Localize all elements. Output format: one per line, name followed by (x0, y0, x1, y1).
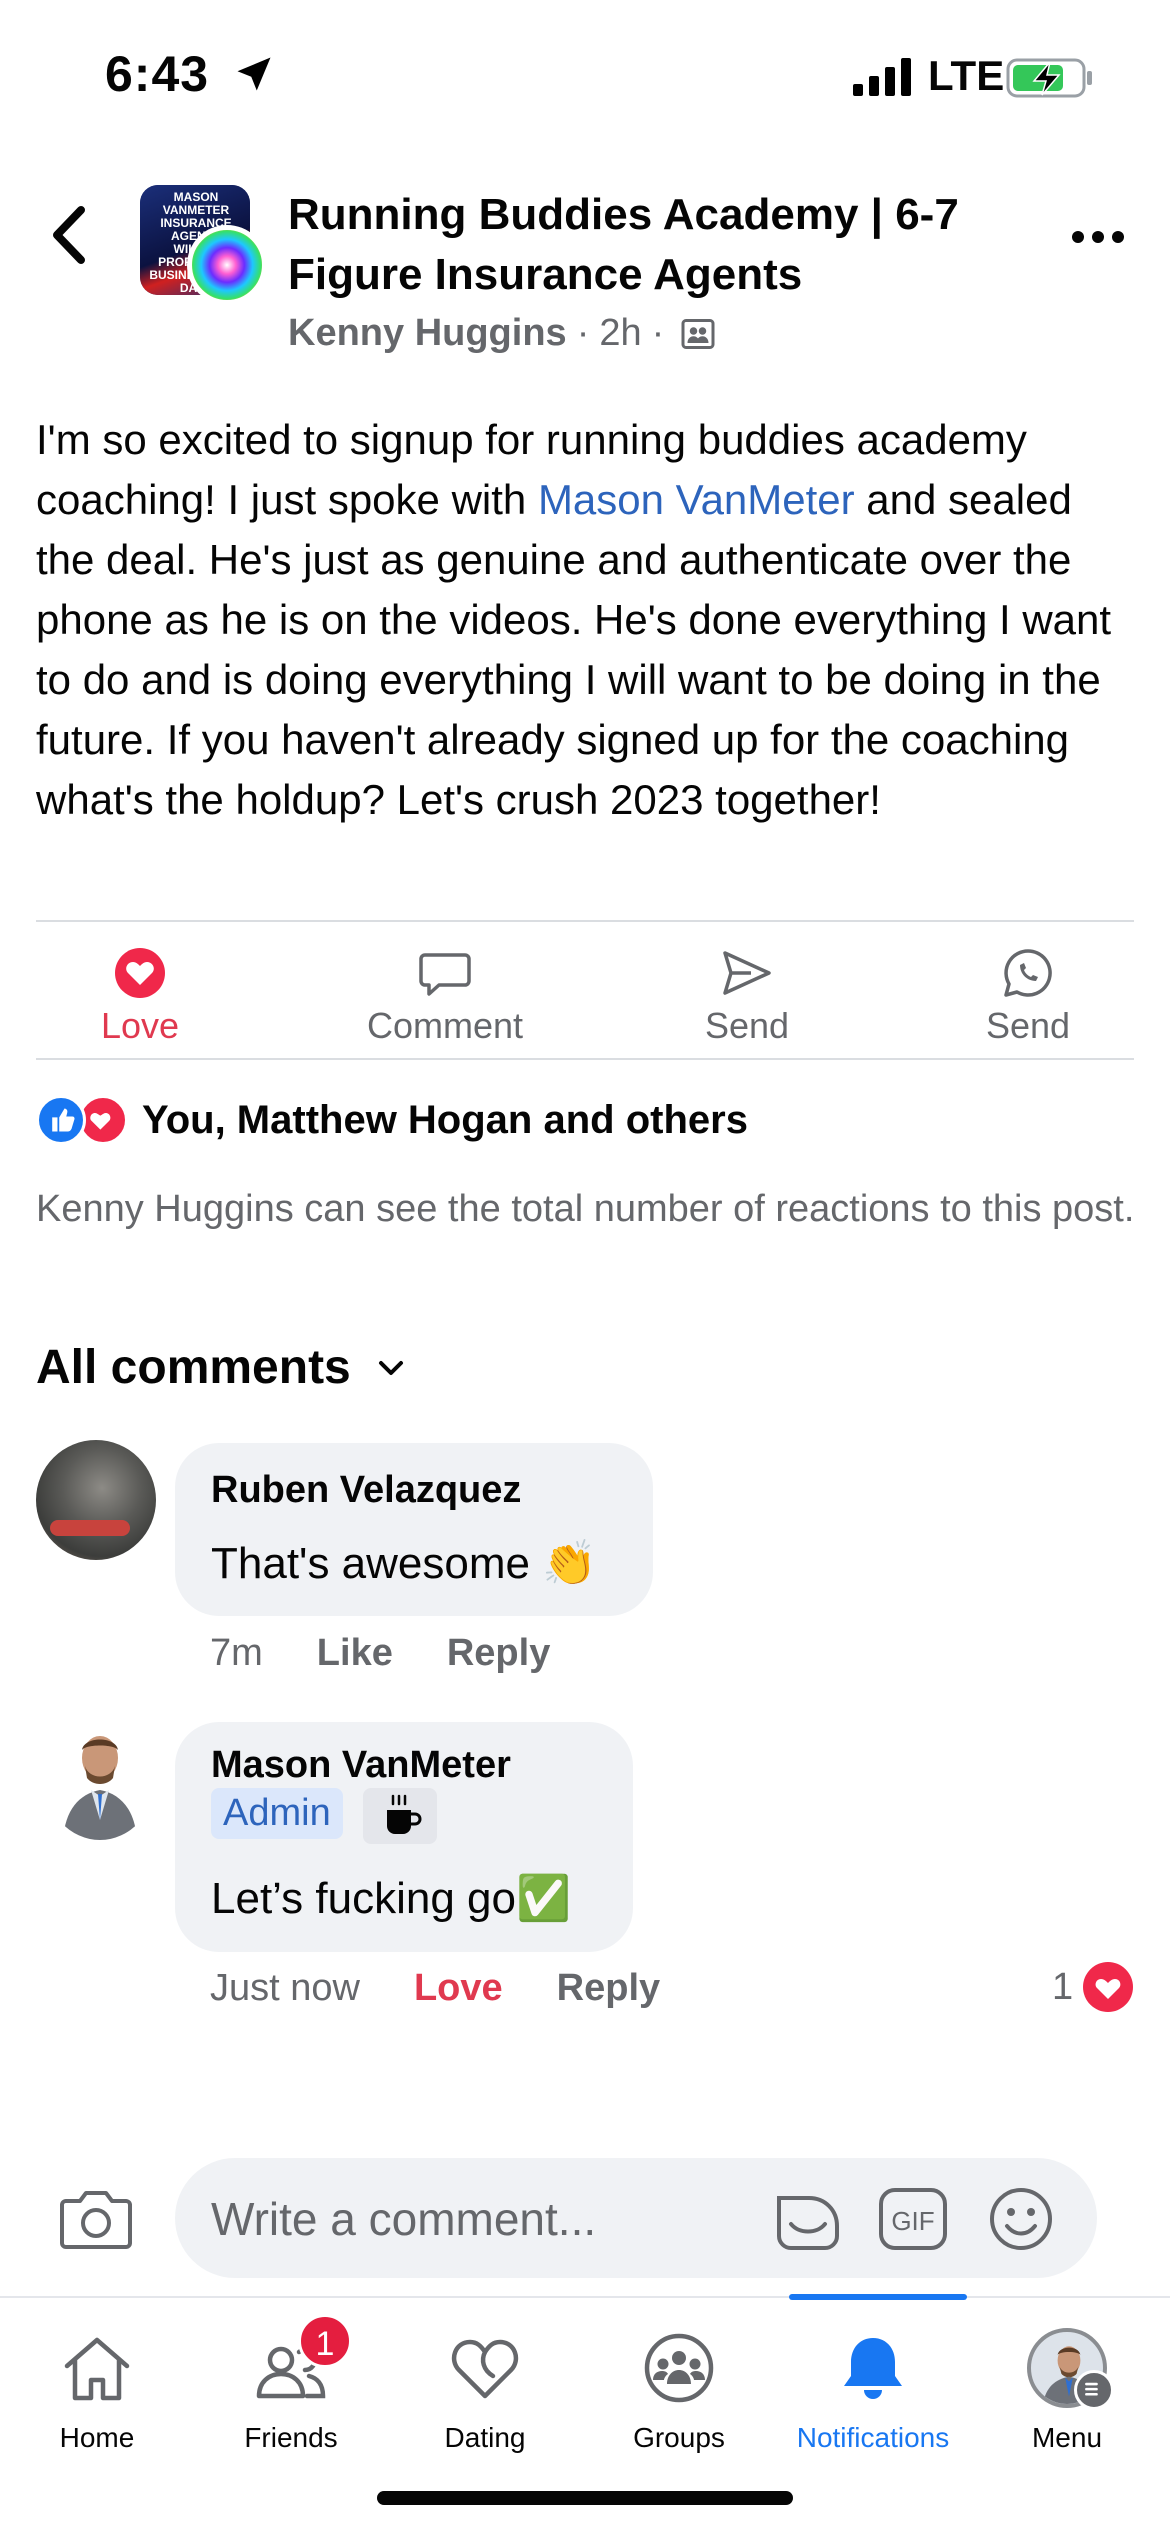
more-options-icon[interactable] (1070, 222, 1126, 252)
nav-friends-label: Friends (244, 2422, 338, 2453)
nav-notifications-label: Notifications (796, 2422, 950, 2453)
divider (36, 1058, 1134, 1060)
members-only-icon (681, 318, 715, 349)
admin-badge[interactable]: Admin (211, 1788, 343, 1839)
comment-text: That's awesome 👏 (211, 1539, 597, 1588)
group-name[interactable]: Running Buddies Academy | 6-7 Figure Ins… (288, 185, 1048, 305)
nav-menu-label: Menu (1031, 2422, 1103, 2453)
reactions-note: Kenny Huggins can see the total number o… (36, 1188, 1135, 1230)
post-author[interactable]: Kenny Huggins (288, 312, 567, 355)
love-button[interactable]: Love (95, 945, 185, 1047)
cellular-signal-icon (853, 58, 911, 96)
comment-text: Let’s fucking go✅ (211, 1874, 571, 1923)
nav-notifications[interactable]: Notifications (776, 2328, 970, 2454)
groups-icon (644, 2333, 714, 2403)
author-avatar[interactable] (187, 225, 267, 305)
menu-hamburger-icon (1074, 2370, 1114, 2410)
home-icon (64, 2337, 130, 2401)
back-arrow-icon[interactable] (45, 200, 95, 270)
camera-icon[interactable] (56, 2185, 136, 2255)
reactions-summary[interactable]: You, Matthew Hogan and others (36, 1095, 748, 1145)
network-type: LTE (928, 52, 1005, 99)
comment-bubble: Ruben Velazquez That's awesome 👏 (175, 1443, 653, 1616)
nav-home[interactable]: Home (0, 2328, 194, 2454)
reaction-count: 1 (1052, 1965, 1074, 2008)
nav-groups-label: Groups (633, 2422, 725, 2453)
emoji-icon[interactable] (985, 2184, 1057, 2254)
avatar-sticker-icon[interactable] (771, 2184, 843, 2254)
like-comment-button[interactable]: Like (317, 1632, 393, 1675)
battery-charging-icon (1006, 58, 1092, 98)
comment-input-placeholder: Write a comment... (211, 2193, 597, 2245)
active-tab-indicator (789, 2294, 967, 2300)
love-reaction-icon (115, 948, 165, 998)
post-meta: Kenny Huggins · 2h · (288, 312, 716, 355)
chevron-down-icon (378, 1360, 403, 1375)
comments-filter-dropdown[interactable]: All comments (36, 1340, 409, 1395)
svg-text:GIF: GIF (891, 2206, 934, 2236)
comment-bubble-icon (419, 953, 471, 996)
post-body: I'm so excited to signup for running bud… (36, 410, 1136, 830)
reply-button[interactable]: Reply (447, 1632, 550, 1675)
comment-label: Comment (366, 1005, 524, 1046)
comment-reaction-count[interactable]: 1 (1052, 1962, 1134, 2012)
commenter-avatar[interactable] (36, 1440, 156, 1560)
mention-link[interactable]: Mason VanMeter (538, 476, 855, 523)
location-arrow-icon (237, 57, 271, 91)
comment-button[interactable]: Comment (355, 945, 535, 1047)
reactions-text: You, Matthew Hogan and others (142, 1097, 748, 1142)
send-label: Send (704, 1005, 790, 1046)
love-comment-button[interactable]: Love (414, 1967, 503, 2010)
post-text: and sealed the deal. He's just as genuin… (36, 476, 1112, 823)
divider (36, 920, 1134, 922)
love-label: Love (100, 1005, 180, 1046)
commenter-avatar[interactable] (45, 1720, 155, 1840)
like-reaction-icon (36, 1095, 86, 1145)
comments-filter-label: All comments (36, 1341, 351, 1394)
comment-actions: Just now Love Reply (210, 1967, 714, 2010)
comment-actions: 7m Like Reply (210, 1632, 604, 1675)
commenter-name[interactable]: Mason VanMeter (211, 1744, 511, 1787)
love-reaction-icon (1083, 1962, 1134, 2012)
comment-input[interactable]: Write a comment... GIF (175, 2158, 1097, 2278)
nav-dating[interactable]: Dating (388, 2328, 582, 2454)
send-whatsapp-label: Send (985, 1005, 1071, 1046)
nav-friends[interactable]: Friends (194, 2328, 388, 2454)
nav-menu[interactable]: Menu (970, 2328, 1164, 2454)
commenter-name[interactable]: Ruben Velazquez (211, 1469, 521, 1512)
nav-home-label: Home (59, 2422, 135, 2453)
comment-time: Just now (210, 1967, 360, 2009)
meta-separator: · (651, 312, 665, 354)
nav-groups[interactable]: Groups (582, 2328, 776, 2454)
comment-bubble: Mason VanMeter Admin Let’s fucking go✅ (175, 1722, 633, 1952)
meta-separator: · (576, 312, 590, 354)
send-arrow-icon (723, 951, 771, 995)
nav-dating-label: Dating (444, 2422, 526, 2453)
whatsapp-icon (1004, 949, 1052, 997)
status-time: 6:43 (105, 46, 210, 102)
friends-notification-badge: 1 (298, 2314, 352, 2368)
coffee-badge[interactable] (363, 1788, 437, 1844)
notification-bell-icon (844, 2338, 902, 2399)
gif-icon[interactable]: GIF (877, 2184, 949, 2254)
reply-button[interactable]: Reply (557, 1967, 660, 2010)
status-bar: 6:43 LTE (0, 0, 1170, 150)
comment-time: 7m (210, 1632, 263, 1674)
send-button[interactable]: Send (697, 945, 797, 1047)
dating-heart-icon (451, 2339, 519, 2399)
home-indicator[interactable] (377, 2491, 793, 2505)
post-time[interactable]: 2h (599, 312, 641, 355)
send-whatsapp-button[interactable]: Send (978, 945, 1078, 1047)
coffee-cup-icon (387, 1794, 422, 1834)
